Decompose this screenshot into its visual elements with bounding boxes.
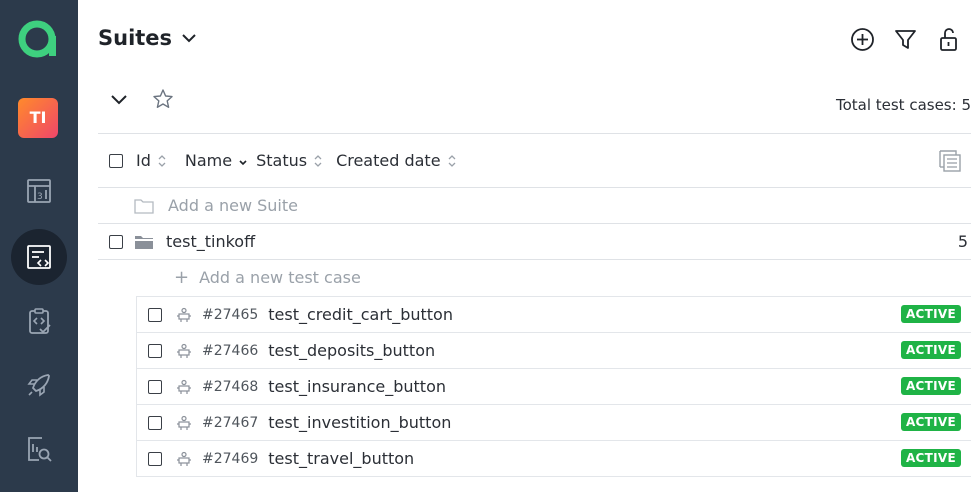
svg-text:3: 3: [37, 192, 43, 202]
sort-icon: [448, 154, 456, 167]
status-badge: ACTIVE: [900, 377, 961, 395]
column-header-status[interactable]: Status: [256, 151, 323, 170]
column-header-id[interactable]: Id: [136, 151, 167, 170]
unlock-icon: [940, 28, 957, 51]
test-case-checkbox[interactable]: [148, 307, 162, 322]
analytics-search-icon: [28, 437, 52, 462]
sidebar-item-analytics[interactable]: [11, 421, 67, 477]
collapse-all-button[interactable]: [108, 88, 130, 114]
launches-icon: [27, 374, 50, 397]
status-badge: ACTIVE: [900, 305, 961, 323]
test-case-name: test_credit_cart_button: [268, 305, 453, 324]
column-label: Name: [184, 151, 233, 170]
select-all-checkbox[interactable]: [109, 153, 123, 168]
add-suite-row[interactable]: Add a new Suite: [98, 188, 971, 223]
test-case-id: #27469: [202, 450, 259, 467]
project-avatar[interactable]: TI: [18, 98, 58, 138]
add-suite-label: Add a new Suite: [168, 196, 298, 215]
suite-checkbox[interactable]: [109, 234, 123, 249]
test-case-id: #27467: [202, 414, 259, 431]
column-label: Status: [256, 151, 308, 170]
column-label: Created date: [336, 151, 441, 170]
test-case-name: test_travel_button: [268, 449, 415, 468]
automated-robot-icon: [177, 307, 191, 322]
test-case-name: test_investition_button: [268, 413, 452, 432]
test-case-row[interactable]: #27468 test_insurance_button ACTIVE: [137, 368, 971, 404]
add-test-case-row[interactable]: + Add a new test case: [136, 260, 971, 295]
test-case-checkbox[interactable]: [148, 451, 162, 466]
automated-robot-icon: [177, 379, 191, 394]
suite-name: test_tinkoff: [166, 232, 256, 251]
test-case-id: #27466: [202, 342, 259, 359]
plus-icon: +: [174, 267, 190, 288]
star-icon: [153, 89, 173, 108]
sidebar: TI 3: [0, 0, 78, 492]
tree-toolbar: [108, 88, 174, 114]
test-case-name: test_insurance_button: [268, 377, 447, 396]
test-case-id: #27465: [202, 306, 259, 323]
lock-toggle-button[interactable]: [936, 27, 961, 52]
test-case-name: test_deposits_button: [268, 341, 436, 360]
chevron-down-icon: [111, 95, 127, 105]
column-header-created-date[interactable]: Created date: [336, 151, 456, 170]
folder-icon: [135, 235, 153, 249]
header-actions: [850, 27, 961, 52]
favorite-button[interactable]: [152, 88, 174, 114]
sidebar-item-dashboards[interactable]: 3: [11, 163, 67, 219]
sort-desc-icon: [239, 159, 247, 165]
test-case-id: #27468: [202, 378, 259, 395]
total-test-cases: Total test cases: 5: [835, 96, 971, 114]
column-settings-icon[interactable]: [937, 148, 963, 174]
test-plans-icon: [29, 308, 51, 334]
filter-icon: [895, 30, 916, 49]
chevron-down-icon: [182, 34, 196, 43]
automated-robot-icon: [177, 451, 191, 466]
sidebar-item-test-cases[interactable]: [11, 229, 67, 285]
page-title-dropdown[interactable]: Suites: [98, 26, 198, 50]
folder-outline-icon: [134, 198, 154, 214]
automated-robot-icon: [177, 343, 191, 358]
dashboard-icon: 3: [27, 179, 51, 203]
status-badge: ACTIVE: [900, 341, 961, 359]
column-header-name[interactable]: Name: [185, 151, 248, 170]
sort-icon: [314, 154, 322, 167]
test-case-checkbox[interactable]: [148, 343, 162, 358]
test-case-row[interactable]: #27466 test_deposits_button ACTIVE: [137, 332, 971, 368]
filter-button[interactable]: [893, 27, 918, 52]
column-label: Id: [136, 151, 151, 170]
test-case-row[interactable]: #27465 test_credit_cart_button ACTIVE: [137, 296, 971, 332]
table-header: Id Name Status Created date: [98, 134, 971, 187]
add-icon: [851, 28, 874, 51]
app-logo-icon[interactable]: [16, 16, 60, 60]
automated-robot-icon: [177, 415, 191, 430]
add-test-case-label: Add a new test case: [199, 268, 361, 287]
main-panel: Suites Total test cases: 5 Id Name Statu…: [78, 0, 979, 492]
test-cases-icon: [27, 245, 51, 269]
page-title: Suites: [98, 26, 173, 50]
test-case-checkbox[interactable]: [148, 415, 162, 430]
sort-icon: [158, 154, 166, 167]
add-button[interactable]: [850, 27, 875, 52]
suite-row[interactable]: test_tinkoff 5: [98, 224, 971, 259]
test-case-list: #27465 test_credit_cart_button ACTIVE #2…: [136, 296, 971, 477]
test-case-row[interactable]: #27469 test_travel_button ACTIVE: [137, 440, 971, 477]
test-case-checkbox[interactable]: [148, 379, 162, 394]
sidebar-item-launches[interactable]: [11, 357, 67, 413]
status-badge: ACTIVE: [900, 449, 961, 467]
test-case-row[interactable]: #27467 test_investition_button ACTIVE: [137, 404, 971, 440]
suite-case-count: 5: [957, 232, 968, 251]
status-badge: ACTIVE: [900, 413, 961, 431]
sidebar-item-test-plans[interactable]: [11, 293, 67, 349]
